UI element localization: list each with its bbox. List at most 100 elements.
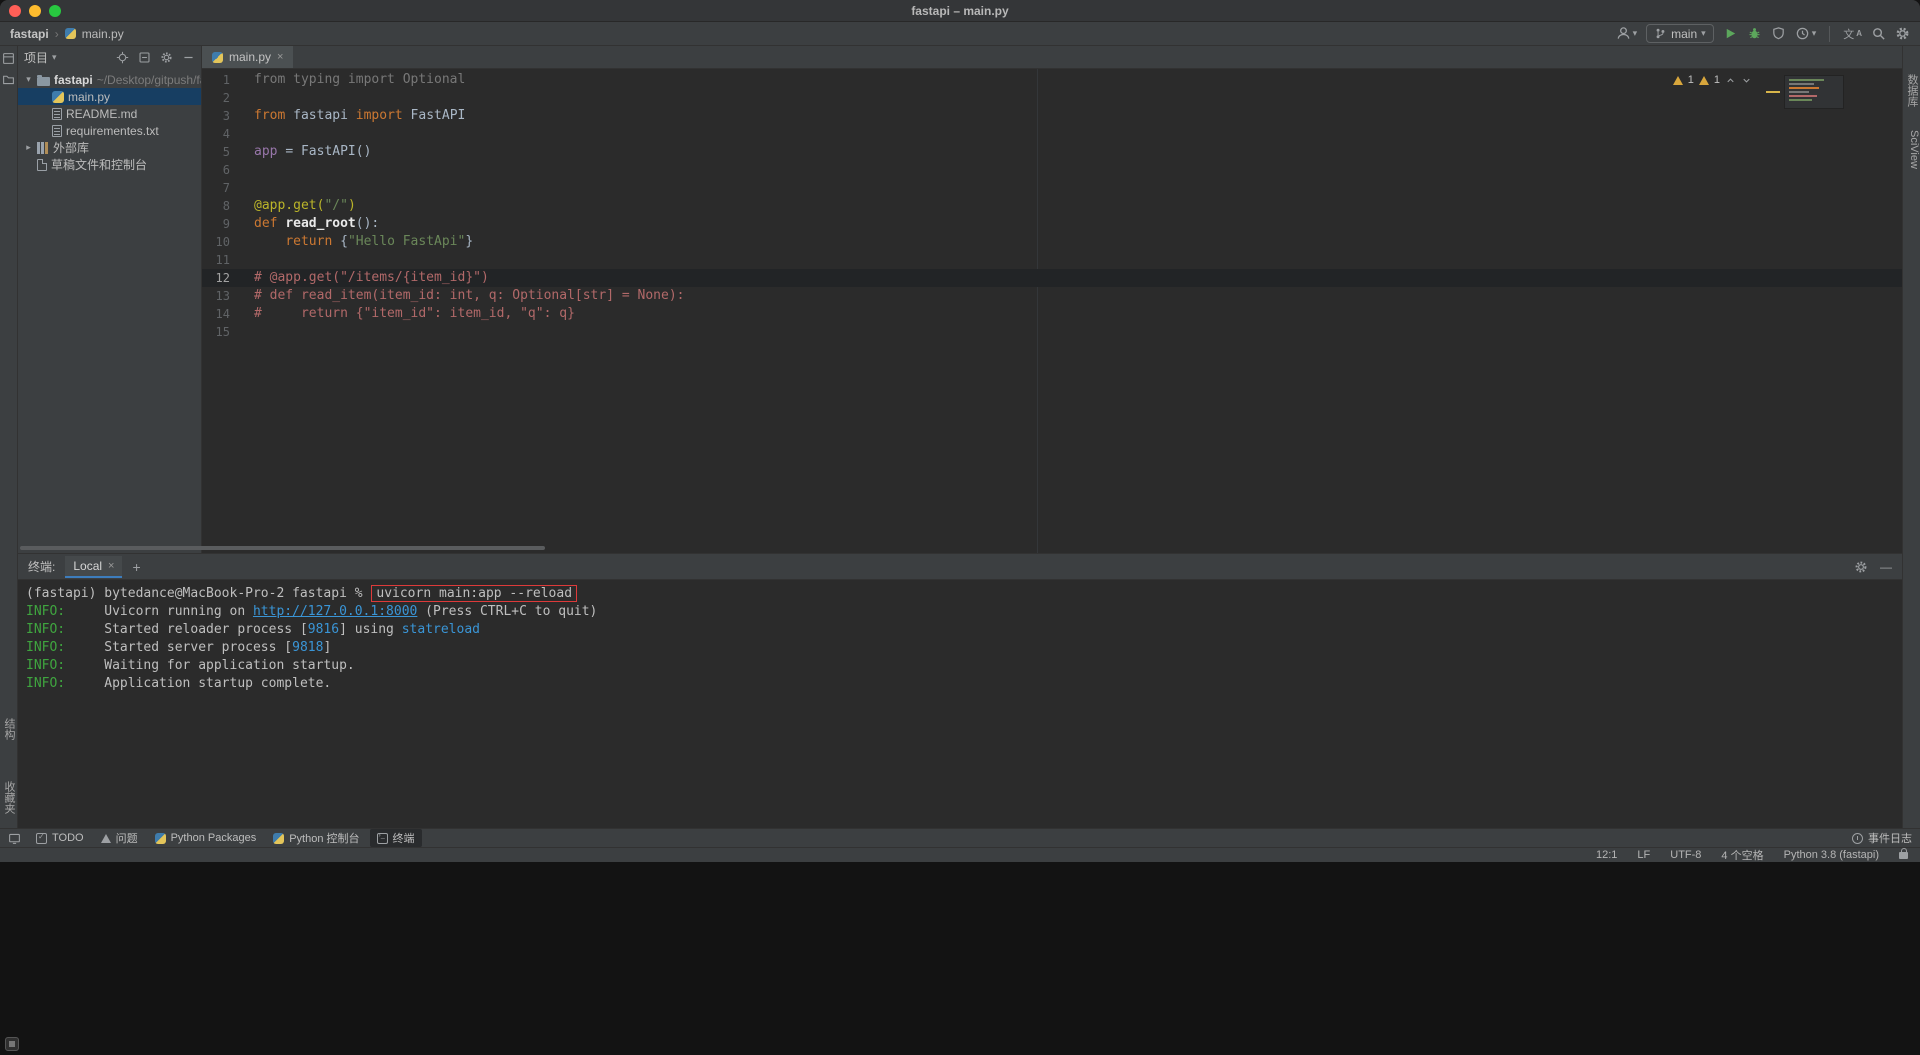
close-window-button[interactable] <box>9 5 21 17</box>
settings-button[interactable] <box>1895 26 1910 41</box>
chevron-expanded-icon[interactable]: ▾ <box>24 74 33 85</box>
user-button[interactable]: ▾ <box>1616 26 1637 41</box>
run-button[interactable] <box>1723 26 1738 41</box>
toolwindow-button[interactable]: Python 控制台 <box>266 829 366 847</box>
code-line[interactable]: 5 app = FastAPI() <box>202 143 1902 161</box>
status-item[interactable]: 12:1 <box>1596 849 1617 861</box>
run-icon <box>1726 28 1735 39</box>
toolwindow-button-label: Python Packages <box>170 832 257 844</box>
problems-icon <box>100 834 111 843</box>
new-terminal-button[interactable]: + <box>132 559 140 575</box>
terminal-settings-icon[interactable] <box>1854 560 1868 574</box>
close-icon[interactable]: × <box>277 51 283 63</box>
terminal-output[interactable]: (fastapi) bytedance@MacBook-Pro-2 fastap… <box>18 580 1902 693</box>
translate-button[interactable]: 文A <box>1843 26 1862 42</box>
event-log-label: 事件日志 <box>1868 833 1912 845</box>
hide-terminal-icon[interactable]: — <box>1880 560 1892 574</box>
collapse-all-icon[interactable] <box>138 51 151 64</box>
toolwindow-button[interactable]: Python Packages <box>148 831 264 845</box>
zoom-window-button[interactable] <box>49 5 61 17</box>
python-file-icon <box>212 51 223 63</box>
tree-item[interactable]: ▸ 外部库 <box>18 139 201 156</box>
code-text: # return {"item_id": item_id, "q": q} <box>254 306 575 321</box>
toolwindow-button[interactable]: 终端 <box>369 829 422 847</box>
chevron-collapsed-icon[interactable]: ▸ <box>24 142 33 153</box>
breadcrumb-file[interactable]: main.py <box>82 27 124 41</box>
folder-stripe-icon[interactable] <box>2 73 15 86</box>
code-line[interactable]: 13 # def read_item(item_id: int, q: Optio… <box>202 287 1902 305</box>
close-icon[interactable]: × <box>108 560 114 572</box>
git-branch-selector[interactable]: main ▾ <box>1646 24 1714 43</box>
gear-icon[interactable] <box>160 51 173 64</box>
code-line[interactable]: 9 def read_root(): <box>202 215 1902 233</box>
search-everywhere-button[interactable] <box>1871 26 1886 41</box>
run-with-coverage-button[interactable] <box>1771 26 1786 41</box>
server-url-link[interactable]: http://127.0.0.1:8000 <box>253 604 417 619</box>
project-panel-title[interactable]: 项目 <box>24 49 48 66</box>
editor-tab-main-py[interactable]: main.py × <box>202 46 294 68</box>
profiler-button[interactable]: ▾ <box>1795 26 1817 41</box>
editor[interactable]: 1 from typing import Optional 2 3 from fasta… <box>202 69 1902 553</box>
code-line[interactable]: 1 from typing import Optional <box>202 71 1902 89</box>
horizontal-scrollbar[interactable] <box>20 546 545 550</box>
code-line[interactable]: 14 # return {"item_id": item_id, "q": q} <box>202 305 1902 323</box>
line-number: 9 <box>222 217 230 231</box>
terminal-line: INFO: Waiting for application startup. <box>26 658 355 673</box>
inspections-widget[interactable]: 1 1 <box>1672 74 1752 86</box>
next-warning-icon[interactable] <box>1741 75 1752 86</box>
terminal-title: 终端: <box>28 560 56 574</box>
titlebar: fastapi – main.py <box>0 0 1920 22</box>
desktop-dock-icon[interactable] <box>5 1037 19 1051</box>
tree-item[interactable]: 草稿文件和控制台 <box>18 156 201 173</box>
code-line[interactable]: 6 <box>202 161 1902 179</box>
line-number: 6 <box>222 163 230 177</box>
chevron-down-icon: ▾ <box>1811 28 1817 38</box>
code-line[interactable]: 11 <box>202 251 1902 269</box>
code-text: app = FastAPI() <box>254 144 372 159</box>
prev-warning-icon[interactable] <box>1725 75 1736 86</box>
editor-zone: main.py × 1 from typing import Optional 2 3… <box>202 46 1902 553</box>
debug-button[interactable] <box>1747 26 1762 41</box>
lock-icon[interactable] <box>1899 847 1908 859</box>
code-line[interactable]: 10 return {"Hello FastApi"} <box>202 233 1902 251</box>
status-item[interactable]: LF <box>1637 849 1650 861</box>
toolwindow-button[interactable]: TODO <box>29 831 91 845</box>
project-stripe-icon[interactable] <box>2 52 15 65</box>
sciview-stripe-button[interactable]: SciView <box>1903 130 1920 169</box>
database-stripe-button[interactable]: 数据库 <box>1903 74 1920 107</box>
code-line[interactable]: 15 <box>202 323 1902 341</box>
event-log-button[interactable]: 事件日志 <box>1852 830 1912 846</box>
code-line[interactable]: 8 @app.get("/") <box>202 197 1902 215</box>
status-item[interactable]: 4 个空格 <box>1721 847 1763 862</box>
tree-item[interactable]: README.md <box>18 105 201 122</box>
warning-count-2: 1 <box>1713 74 1720 86</box>
locate-icon[interactable] <box>116 51 129 64</box>
breadcrumb-project[interactable]: fastapi <box>10 27 49 41</box>
chevron-down-icon: ▾ <box>52 52 57 62</box>
scratch-icon <box>37 158 47 171</box>
tree-item[interactable]: main.py <box>18 88 201 105</box>
code-line[interactable]: 2 <box>202 89 1902 107</box>
code-line[interactable]: 3 from fastapi import FastAPI <box>202 107 1902 125</box>
terminal-tab-local[interactable]: Local × <box>65 555 123 578</box>
tree-item[interactable]: ▾ fastapi ~/Desktop/gitpush/fas <box>18 71 201 88</box>
hide-panel-icon[interactable] <box>182 51 195 64</box>
toolwindow-button[interactable]: 问题 <box>94 829 145 847</box>
code-line[interactable]: 4 <box>202 125 1902 143</box>
code-line[interactable]: 7 <box>202 179 1902 197</box>
minimize-window-button[interactable] <box>29 5 41 17</box>
toolwindow-switcher-icon[interactable] <box>8 832 21 845</box>
favorites-stripe-button[interactable]: 收藏夹★ <box>0 781 17 814</box>
status-item[interactable]: UTF-8 <box>1670 849 1701 861</box>
status-bar: 12:1 LF UTF-8 4 个空格 Python 3.8 (fastapi) <box>0 847 1920 862</box>
structure-stripe-button[interactable]: 结构 <box>0 718 17 740</box>
chevron-separator-icon: › <box>54 26 59 41</box>
line-number: 14 <box>215 307 230 321</box>
tree-item-path-hint: ~/Desktop/gitpush/fas <box>96 72 201 87</box>
tree-item[interactable]: requirementes.txt <box>18 122 201 139</box>
status-item[interactable]: Python 3.8 (fastapi) <box>1784 849 1879 861</box>
code-line[interactable]: 12 # @app.get("/items/{item_id}") <box>202 269 1902 287</box>
profiler-icon <box>1796 27 1808 40</box>
toolwindow-button-label: TODO <box>52 832 84 844</box>
